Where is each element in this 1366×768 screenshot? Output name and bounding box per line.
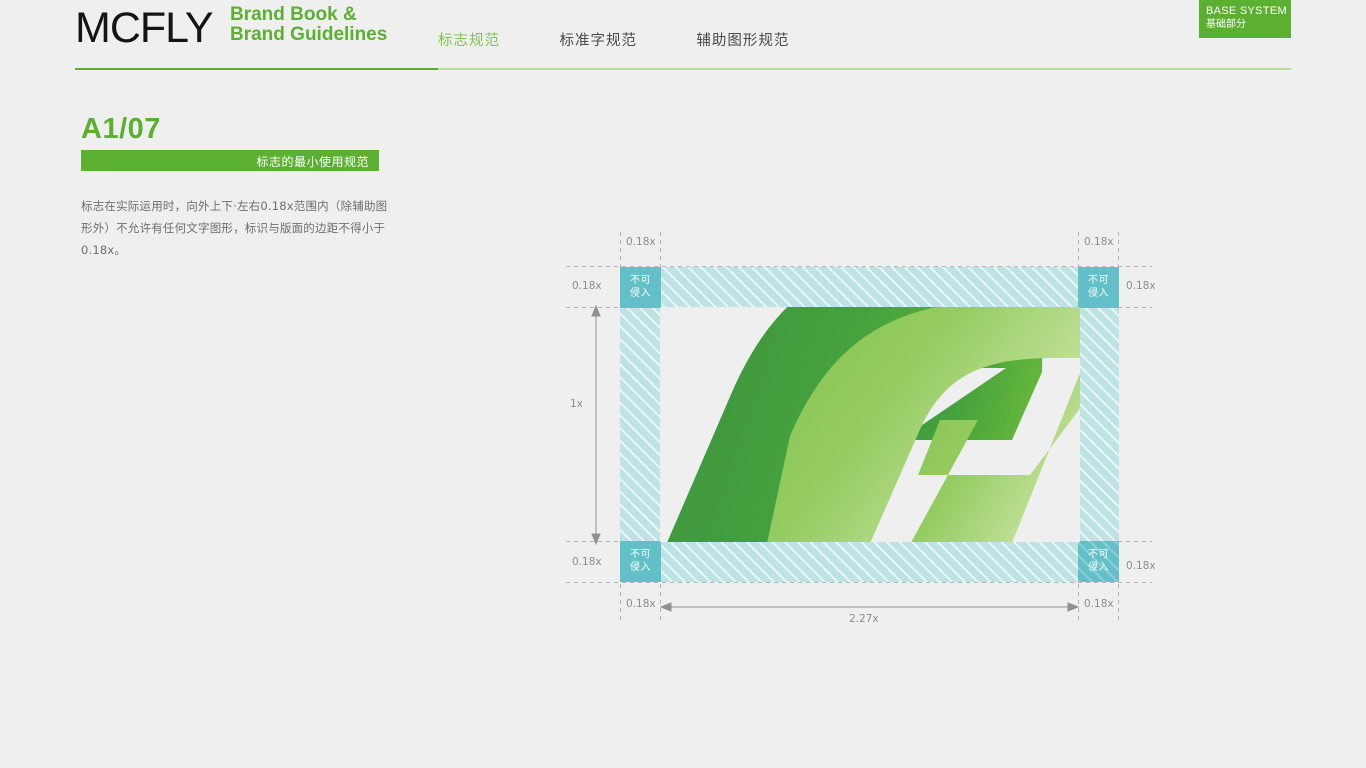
dim-top-left-column: 0.18x (626, 236, 656, 248)
dim-left-row-bottom: 0.18x (572, 556, 602, 568)
zone-label-line1: 不可 (1088, 275, 1109, 286)
width-dimension (659, 602, 1080, 612)
dim-right-row-top: 0.18x (1126, 280, 1156, 292)
zone-label-top-left: 不可 侵入 (622, 274, 659, 300)
dim-width-label: 2.27x (849, 613, 879, 625)
zone-label-bottom-left: 不可 侵入 (622, 548, 659, 574)
zone-label-top-right: 不可 侵入 (1080, 274, 1117, 300)
diagram-canvas (566, 232, 1152, 624)
height-dimension (591, 304, 601, 546)
brand-guideline-page: MCFLY Brand Book & Brand Guidelines 标志规范… (0, 0, 1366, 768)
zone-label-line1: 不可 (1088, 549, 1109, 560)
zone-label-bottom-right: 不可 侵入 (1080, 548, 1117, 574)
zone-label-line2: 侵入 (630, 562, 651, 573)
dim-bottom-right-column: 0.18x (1084, 598, 1114, 610)
dim-right-row-bottom: 0.18x (1126, 560, 1156, 572)
zone-label-line1: 不可 (630, 549, 651, 560)
dim-top-right-column: 0.18x (1084, 236, 1114, 248)
dim-left-row-top: 0.18x (572, 280, 602, 292)
zone-label-line1: 不可 (630, 275, 651, 286)
clearspace-diagram: 不可 侵入 不可 侵入 不可 侵入 不可 侵入 0.18x 0.18x 0.18… (0, 0, 1366, 768)
dim-bottom-left-column: 0.18x (626, 598, 656, 610)
zone-label-line2: 侵入 (630, 288, 651, 299)
dim-height-label: 1x (570, 398, 583, 410)
zone-label-line2: 侵入 (1088, 562, 1109, 573)
zone-label-line2: 侵入 (1088, 288, 1109, 299)
